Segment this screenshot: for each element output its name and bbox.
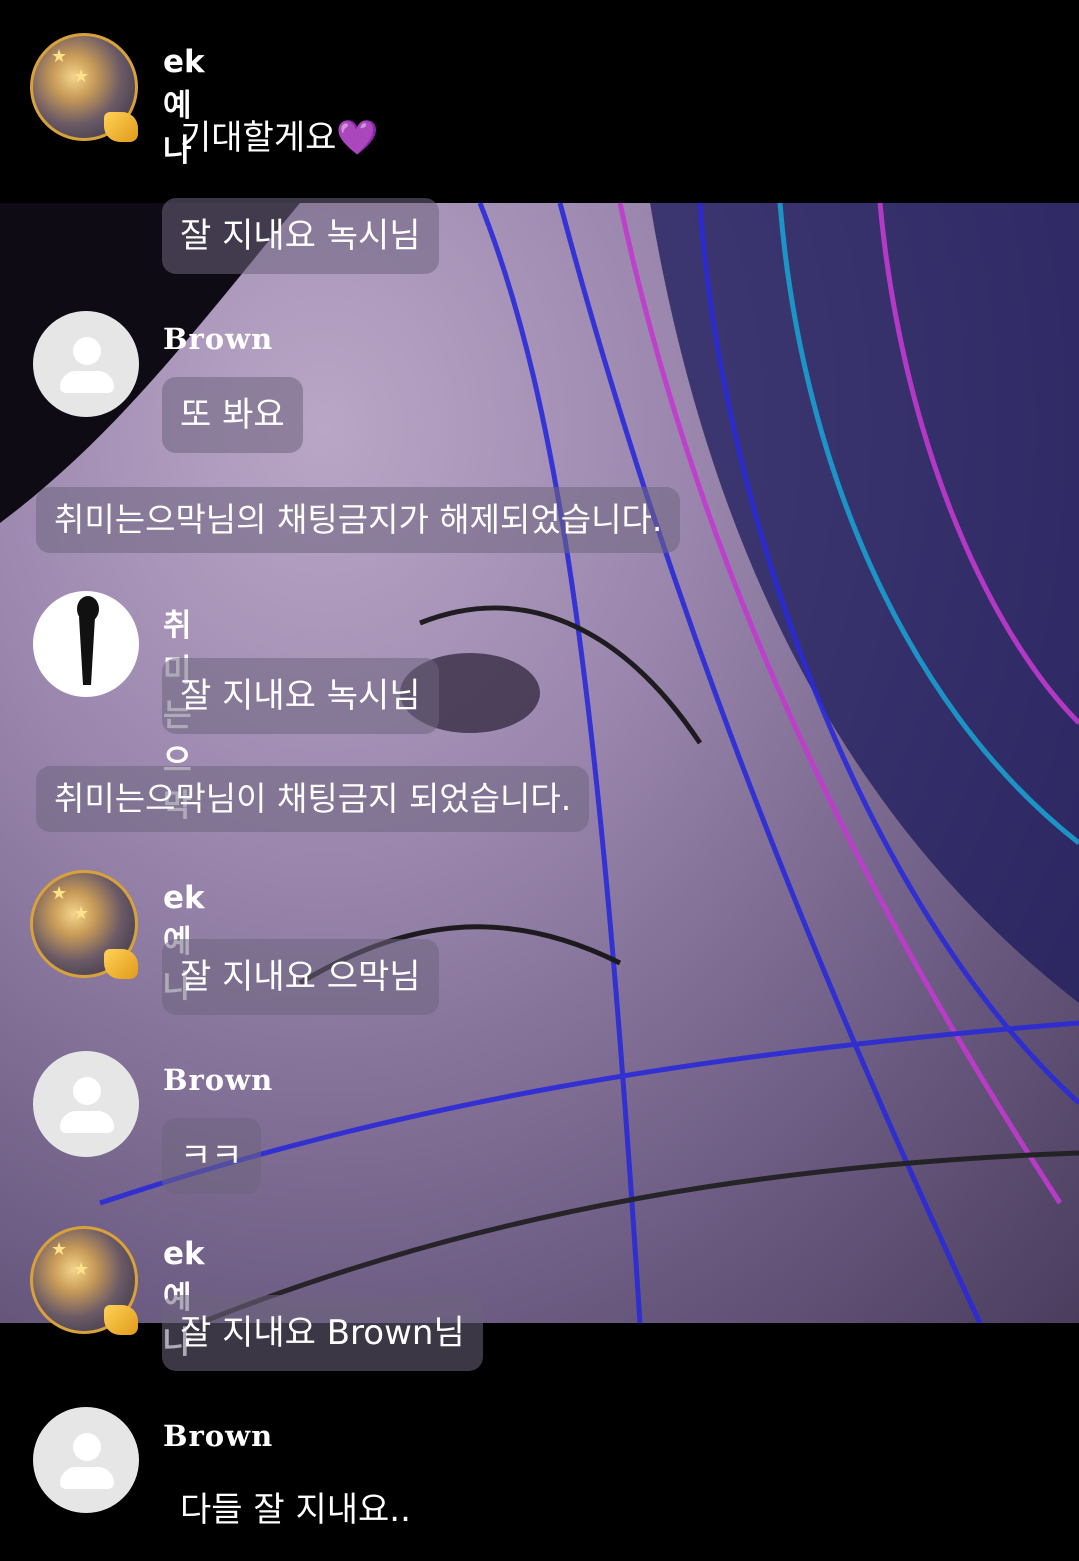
- default-avatar-icon[interactable]: [33, 1407, 139, 1513]
- username[interactable]: Brown: [163, 1419, 273, 1453]
- message-bubble: 기대할게요💜: [180, 118, 379, 158]
- username[interactable]: Brown: [163, 1063, 273, 1097]
- message-bubble: 다들 잘 지내요..: [180, 1490, 411, 1530]
- default-avatar-icon[interactable]: [33, 311, 139, 417]
- system-notice: 취미는으막님의 채팅금지가 해제되었습니다.: [36, 487, 681, 553]
- default-avatar-icon[interactable]: [33, 1051, 139, 1157]
- star-icon: ★: [73, 903, 90, 924]
- user-avatar[interactable]: [33, 591, 139, 697]
- host-badge-icon: [104, 1305, 138, 1335]
- microphone-icon: [77, 596, 99, 685]
- star-icon: ★: [51, 883, 68, 904]
- message-bubble: 잘 지내요 Brown님: [162, 1295, 483, 1371]
- host-badge-icon: [104, 112, 138, 142]
- message-bubble: 잘 지내요 녹시님: [162, 658, 439, 734]
- message-bubble: 잘 지내요 으막님: [162, 939, 439, 1015]
- star-icon: ★: [73, 1259, 90, 1280]
- username[interactable]: Brown: [163, 322, 273, 356]
- star-icon: ★: [51, 46, 68, 67]
- message-bubble: 잘 지내요 녹시님: [162, 198, 439, 274]
- star-icon: ★: [73, 66, 90, 87]
- system-notice: 취미는으막님이 채팅금지 되었습니다.: [36, 766, 590, 832]
- host-badge-icon: [104, 949, 138, 979]
- star-icon: ★: [51, 1239, 68, 1260]
- message-bubble: ㅋㅋ: [162, 1118, 261, 1194]
- message-bubble: 또 봐요: [162, 377, 303, 453]
